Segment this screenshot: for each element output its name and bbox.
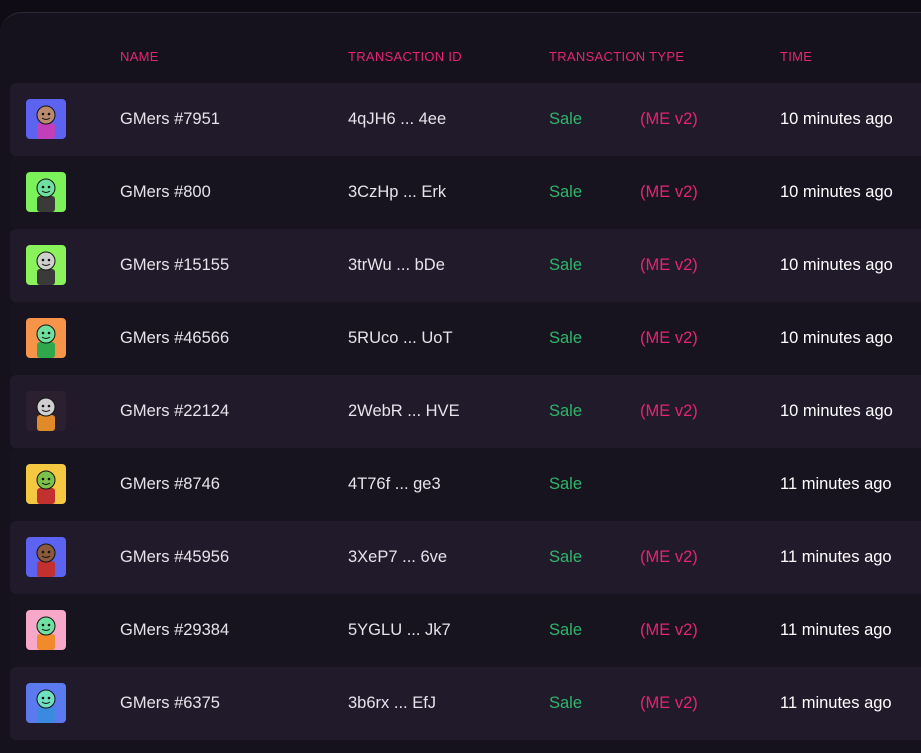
transaction-type: Sale bbox=[549, 475, 583, 493]
transaction-id[interactable]: 3b6rx ... EfJ bbox=[348, 667, 436, 740]
nft-name[interactable]: GMers #15155 bbox=[120, 229, 229, 302]
nft-name[interactable]: GMers #7951 bbox=[120, 83, 220, 156]
nft-avatar[interactable] bbox=[26, 318, 66, 358]
activity-table: NAME TRANSACTION ID TRANSACTION TYPE TIM… bbox=[0, 12, 921, 753]
table-row[interactable]: GMers #7951 4qJH6 ... 4ee Sale (ME v2) 10 mi… bbox=[10, 83, 921, 156]
transaction-type: Sale bbox=[549, 329, 583, 347]
nft-avatar[interactable] bbox=[26, 610, 66, 650]
transaction-type: Sale bbox=[549, 621, 583, 639]
transaction-type: Sale bbox=[549, 110, 583, 128]
column-header-time[interactable]: TIME bbox=[780, 49, 812, 64]
nft-avatar[interactable] bbox=[26, 172, 66, 212]
transaction-time: 10 minutes ago bbox=[780, 183, 893, 201]
table-header: NAME TRANSACTION ID TRANSACTION TYPE TIM… bbox=[0, 13, 921, 83]
transaction-id[interactable]: 5RUco ... UoT bbox=[348, 302, 453, 375]
marketplace-label: (ME v2) bbox=[640, 183, 698, 201]
transaction-id[interactable]: 3trWu ... bDe bbox=[348, 229, 445, 302]
transaction-type: Sale bbox=[549, 548, 583, 566]
nft-avatar[interactable] bbox=[26, 391, 66, 431]
transaction-time: 10 minutes ago bbox=[780, 402, 893, 420]
transaction-id[interactable]: 3CzHp ... Erk bbox=[348, 156, 446, 229]
transaction-id[interactable]: 5YGLU ... Jk7 bbox=[348, 594, 451, 667]
column-header-name[interactable]: NAME bbox=[120, 49, 159, 64]
marketplace-label: (ME v2) bbox=[640, 621, 698, 639]
nft-avatar[interactable] bbox=[26, 245, 66, 285]
nft-avatar[interactable] bbox=[26, 683, 66, 723]
marketplace-label: (ME v2) bbox=[640, 694, 698, 712]
marketplace-label: (ME v2) bbox=[640, 256, 698, 274]
table-row[interactable]: GMers #46566 5RUco ... UoT Sale (ME v2) 10 m… bbox=[10, 302, 921, 375]
nft-name[interactable]: GMers #29384 bbox=[120, 594, 229, 667]
transaction-id[interactable]: 4qJH6 ... 4ee bbox=[348, 83, 446, 156]
nft-avatar[interactable] bbox=[26, 537, 66, 577]
transaction-time: 11 minutes ago bbox=[780, 548, 892, 566]
nft-name[interactable]: GMers #6375 bbox=[120, 667, 220, 740]
nft-name[interactable]: GMers #46566 bbox=[120, 302, 229, 375]
nft-name[interactable]: GMers #22124 bbox=[120, 375, 229, 448]
marketplace-label: (ME v2) bbox=[640, 548, 698, 566]
table-row[interactable]: GMers #29384 5YGLU ... Jk7 Sale (ME v2) 11 m… bbox=[10, 594, 921, 667]
marketplace-label: (ME v2) bbox=[640, 402, 698, 420]
transaction-id[interactable]: 2WebR ... HVE bbox=[348, 375, 460, 448]
nft-name[interactable]: GMers #8746 bbox=[120, 448, 220, 521]
transaction-type: Sale bbox=[549, 694, 583, 712]
table-row[interactable]: GMers #45956 3XeP7 ... 6ve Sale (ME v2) 11 m… bbox=[10, 521, 921, 594]
nft-avatar[interactable] bbox=[26, 99, 66, 139]
table-row[interactable]: GMers #8746 4T76f ... ge3 Sale 11 minutes a… bbox=[10, 448, 921, 521]
transaction-id[interactable]: 4T76f ... ge3 bbox=[348, 448, 441, 521]
transaction-id[interactable]: 3XeP7 ... 6ve bbox=[348, 521, 447, 594]
transaction-time: 11 minutes ago bbox=[780, 694, 892, 712]
column-header-transaction-id[interactable]: TRANSACTION ID bbox=[348, 49, 462, 64]
transaction-time: 11 minutes ago bbox=[780, 621, 892, 639]
transaction-type: Sale bbox=[549, 402, 583, 420]
table-row[interactable]: GMers #22124 2WebR ... HVE Sale (ME v2) 10 m… bbox=[10, 375, 921, 448]
nft-name[interactable]: GMers #45956 bbox=[120, 521, 229, 594]
nft-name[interactable]: GMers #800 bbox=[120, 156, 211, 229]
table-body: GMers #7951 4qJH6 ... 4ee Sale (ME v2) 10 mi… bbox=[10, 83, 921, 740]
transaction-type: Sale bbox=[549, 256, 583, 274]
transaction-time: 10 minutes ago bbox=[780, 110, 893, 128]
transaction-type: Sale bbox=[549, 183, 583, 201]
column-header-transaction-type[interactable]: TRANSACTION TYPE bbox=[549, 49, 684, 64]
nft-avatar[interactable] bbox=[26, 464, 66, 504]
marketplace-label: (ME v2) bbox=[640, 110, 698, 128]
marketplace-label: (ME v2) bbox=[640, 329, 698, 347]
transaction-time: 10 minutes ago bbox=[780, 256, 893, 274]
table-row[interactable]: GMers #6375 3b6rx ... EfJ Sale (ME v2) 11 mi… bbox=[10, 667, 921, 740]
transaction-time: 11 minutes ago bbox=[780, 475, 892, 493]
transaction-time: 10 minutes ago bbox=[780, 329, 893, 347]
table-row[interactable]: GMers #800 3CzHp ... Erk Sale (ME v2) 10 min… bbox=[10, 156, 921, 229]
table-row[interactable]: GMers #15155 3trWu ... bDe Sale (ME v2) 10 m… bbox=[10, 229, 921, 302]
